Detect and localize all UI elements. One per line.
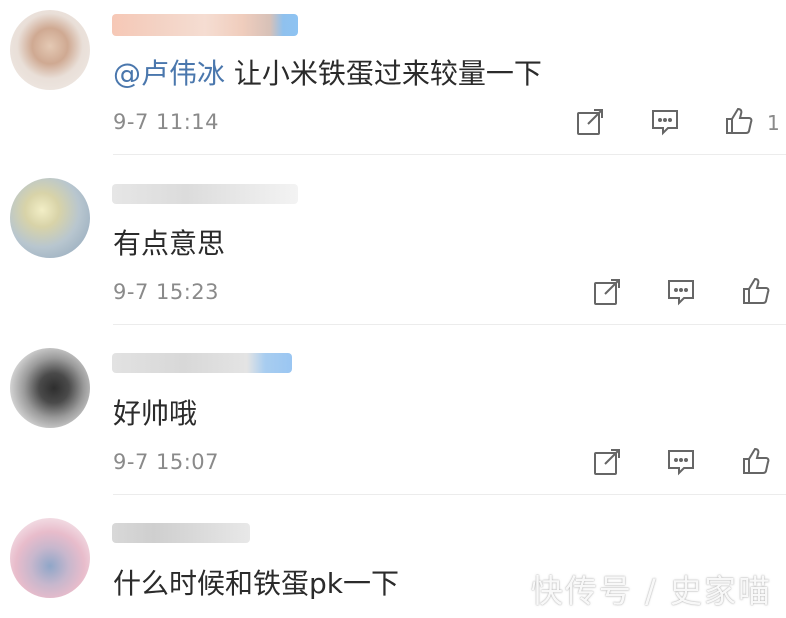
username-redacted[interactable] (112, 353, 292, 373)
avatar[interactable] (10, 348, 90, 428)
like-button[interactable] (739, 274, 773, 308)
comment-button[interactable] (664, 445, 698, 479)
comment-button[interactable] (648, 105, 682, 139)
share-edit-icon (577, 109, 603, 135)
divider (113, 324, 786, 325)
share-edit-icon (594, 279, 620, 305)
comment-time: 9-7 15:23 (113, 280, 219, 304)
comment-time: 9-7 15:07 (113, 450, 219, 474)
watermark: 快传号 / 史家喵 (530, 572, 772, 610)
comment-text: 有点意思 (113, 227, 226, 260)
comment-time: 9-7 11:14 (113, 110, 219, 134)
like-button[interactable] (722, 104, 756, 138)
share-edit-icon (594, 449, 620, 475)
mention-link[interactable]: @卢伟冰 (113, 57, 225, 90)
divider (113, 494, 786, 495)
avatar[interactable] (10, 178, 90, 258)
comment-body: 让小米铁蛋过来较量一下 (225, 57, 542, 90)
thumbs-up-icon (743, 277, 770, 304)
comment-text: @卢伟冰 让小米铁蛋过来较量一下 (113, 52, 542, 92)
share-button[interactable] (590, 445, 624, 479)
comment-icon (668, 450, 694, 476)
comment-button[interactable] (664, 275, 698, 309)
username-redacted[interactable] (112, 14, 298, 36)
username-redacted[interactable] (112, 184, 298, 204)
avatar[interactable] (10, 10, 90, 90)
share-button[interactable] (573, 105, 607, 139)
divider (113, 154, 786, 155)
comment-text: 好帅哦 (113, 397, 198, 430)
comment-icon (652, 110, 678, 136)
share-button[interactable] (590, 275, 624, 309)
username-redacted[interactable] (112, 523, 250, 543)
comment-icon (668, 280, 694, 306)
thumbs-up-icon (726, 107, 753, 134)
avatar[interactable] (10, 518, 90, 598)
thumbs-up-icon (743, 447, 770, 474)
comment-text: 什么时候和铁蛋pk一下 (113, 567, 399, 600)
like-count: 1 (767, 111, 780, 135)
like-button[interactable] (739, 444, 773, 478)
